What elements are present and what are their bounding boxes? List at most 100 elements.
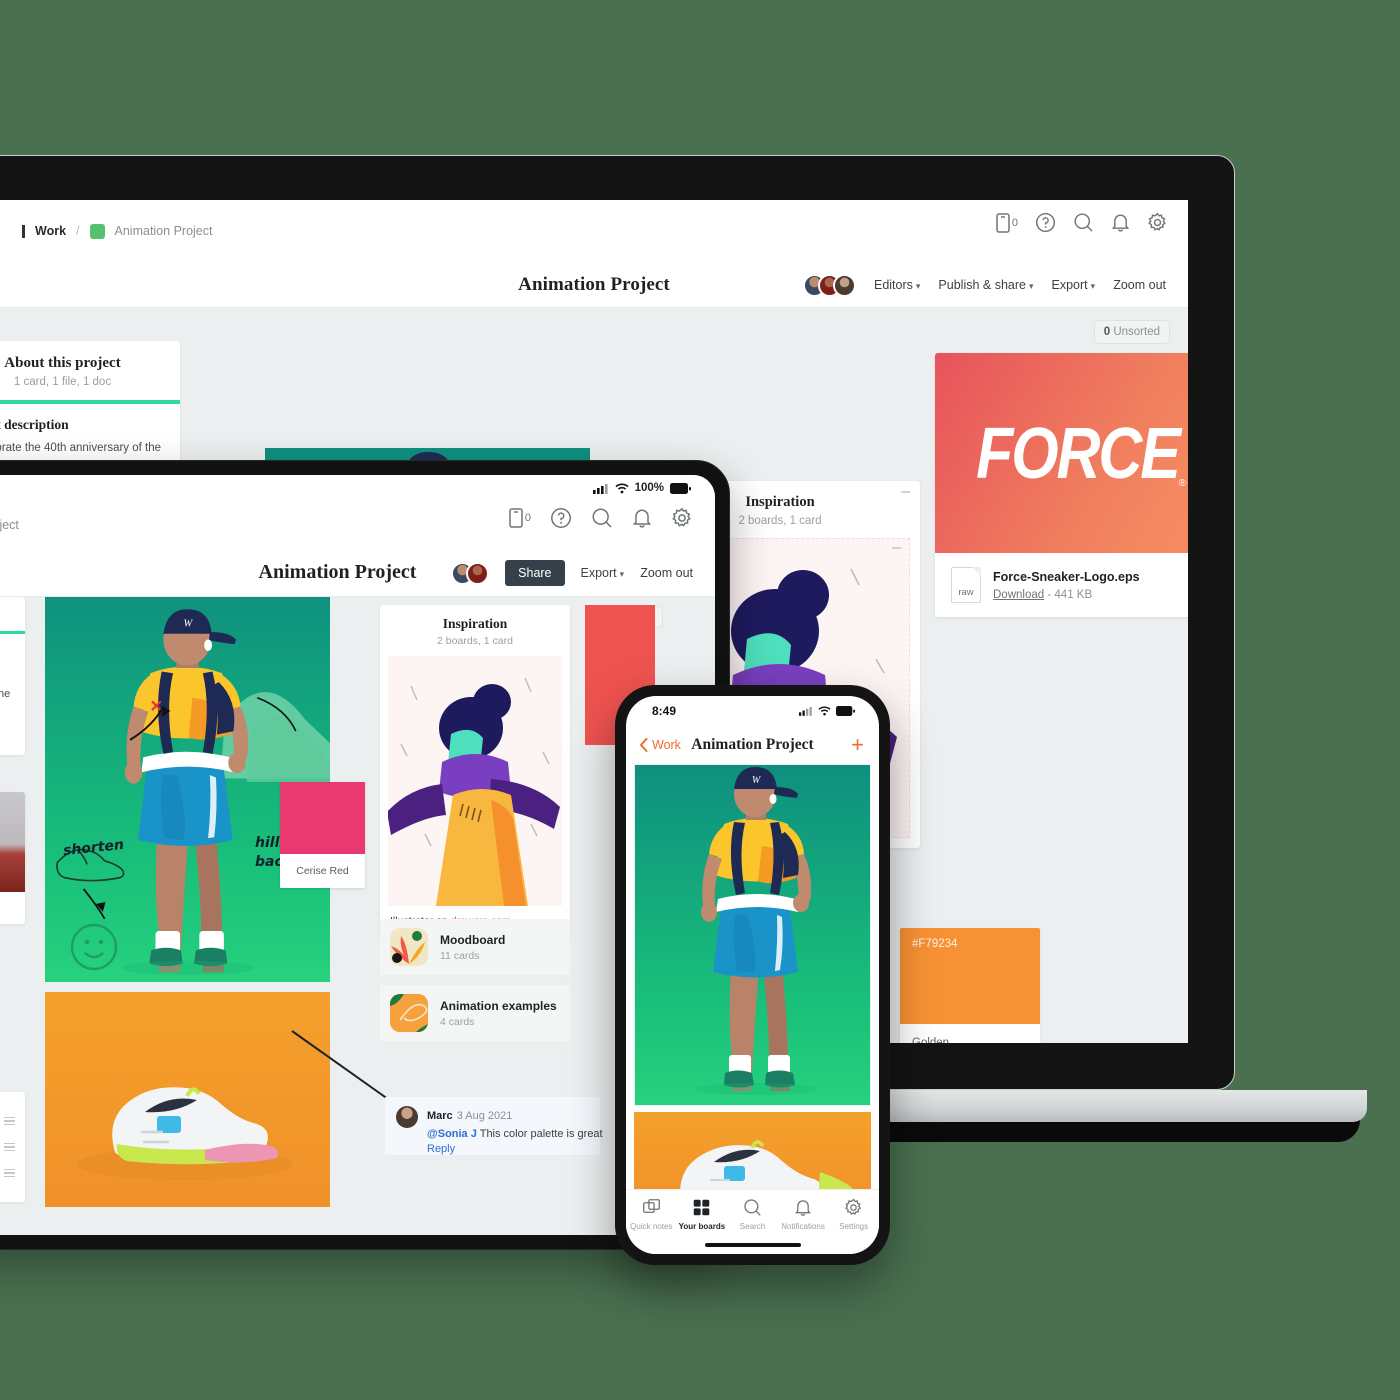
list-item[interactable]: ...t	[0, 1160, 15, 1186]
search-icon[interactable]	[1073, 212, 1094, 233]
color-swatch-card[interactable]: #F79234 Golden	[900, 928, 1040, 1043]
collapse-icon[interactable]	[892, 547, 901, 549]
file-name: Force-Sneaker-Logo.eps	[993, 569, 1140, 584]
tablet-action-bar: Share Export ▾ Zoom out	[451, 549, 693, 597]
tablet-screen: 100% Project 0 Animation Project	[0, 475, 715, 1235]
zoom-out-button[interactable]: Zoom out	[640, 566, 693, 580]
tab-notifications[interactable]: Notifications	[778, 1198, 829, 1231]
chevron-down-icon: ▾	[619, 569, 625, 579]
tab-label: Settings	[839, 1222, 869, 1231]
editors-menu[interactable]: Editors ▾	[874, 278, 920, 292]
tab-your-boards[interactable]: Your boards	[677, 1198, 728, 1231]
back-button[interactable]: Work	[639, 738, 681, 752]
inspiration-board-card[interactable]: Inspiration 2 boards, 1 card	[380, 605, 570, 937]
tab-label: Your boards	[678, 1222, 726, 1231]
help-icon[interactable]	[550, 507, 572, 529]
phone-status-bar: 8:49	[626, 696, 879, 726]
cerise-red-swatch-card[interactable]: Cerise Red	[280, 782, 365, 888]
comment-card[interactable]: Marc 3 Aug 2021 @Sonia J This color palet…	[385, 1097, 603, 1155]
collapse-icon[interactable]	[901, 491, 910, 493]
folder-name: Moodboard	[440, 932, 506, 947]
tab-settings[interactable]: Settings	[828, 1198, 879, 1231]
phone-board-content: W	[626, 764, 879, 1208]
about-card-subtitle: 1 card, 1 file, 1 doc	[13, 376, 112, 388]
hero-illustration-card[interactable]: W	[634, 764, 871, 1106]
folder-count: 11 cards	[440, 949, 480, 962]
back-label: Work	[652, 738, 681, 752]
drag-handle-icon[interactable]	[4, 1142, 15, 1152]
help-icon[interactable]	[1035, 212, 1056, 233]
photo-card[interactable]: ...ov	[0, 792, 25, 924]
force-logo-file-card[interactable]: FORCE ® raw Force-Sneaker-Logo.eps Downl…	[935, 353, 1188, 617]
laptop-title-bar: Animation Project Editors ▾ Publish & sha…	[0, 262, 1188, 308]
menu-icon[interactable]	[22, 224, 25, 238]
sneaker-photo-card[interactable]	[45, 992, 330, 1207]
share-button[interactable]: Share	[505, 560, 565, 586]
publish-share-menu[interactable]: Publish & share ▾	[938, 278, 1033, 292]
tab-label: Search	[739, 1222, 766, 1231]
breadcrumb-work[interactable]: Work	[35, 224, 66, 238]
settings-icon[interactable]	[671, 507, 693, 529]
battery-icon	[836, 706, 855, 716]
tab-search[interactable]: Search	[727, 1198, 778, 1231]
sneakers-illustration	[77, 1087, 293, 1180]
project-color-dot	[89, 223, 105, 239]
editor-avatars[interactable]	[451, 561, 490, 585]
gear-icon	[845, 1198, 862, 1216]
export-menu[interactable]: Export ▾	[1052, 278, 1096, 292]
tab-quick-notes[interactable]: Quick notes	[626, 1198, 677, 1231]
tablet-toolbar-icons: 0	[509, 507, 693, 529]
registered-mark-icon: ®	[1178, 478, 1186, 489]
device-icon[interactable]: 0	[509, 508, 531, 528]
publish-share-label: Publish & share	[938, 278, 1026, 292]
list-item[interactable]: ...rs	[0, 1134, 15, 1160]
swatch-color-fill: #F79234	[900, 928, 1040, 1024]
notifications-icon[interactable]	[632, 507, 652, 529]
force-file-meta: raw Force-Sneaker-Logo.eps Download - 44…	[935, 553, 1188, 617]
smiley-annotation-icon	[70, 923, 118, 971]
project-description-heading: Project description	[0, 417, 69, 432]
breadcrumb-separator: /	[76, 224, 80, 238]
photo-caption: ...ov	[0, 892, 25, 924]
search-icon[interactable]	[591, 507, 613, 529]
phone-device: 8:49 Work Animation Project + W Quick no…	[615, 685, 890, 1265]
moodboard-thumbnail	[390, 928, 428, 966]
download-link[interactable]: Download	[993, 589, 1044, 601]
battery-icon	[670, 482, 691, 494]
force-logo-text: FORCE	[976, 412, 1181, 494]
notifications-icon[interactable]	[1111, 212, 1130, 233]
export-menu[interactable]: Export ▾	[581, 566, 625, 580]
tablet-breadcrumb[interactable]: Project	[0, 518, 19, 532]
cellular-signal-icon	[799, 707, 812, 716]
settings-icon[interactable]	[1147, 212, 1168, 233]
inspiration-card-header: Inspiration 2 boards, 1 card	[380, 605, 570, 656]
drag-handle-icon[interactable]	[4, 1168, 15, 1178]
cellular-signal-icon	[592, 483, 608, 494]
file-sub-row: Download - 441 KB	[993, 589, 1140, 601]
zoom-out-button[interactable]: Zoom out	[1113, 278, 1166, 292]
page-title: Animation Project	[518, 273, 670, 295]
chevron-down-icon: ▾	[915, 281, 921, 291]
battery-percent: 100%	[634, 482, 664, 494]
about-project-card-clipped[interactable]: ...rsary of the ...'d like to ...celebra…	[0, 597, 25, 756]
editor-avatars[interactable]	[802, 273, 856, 297]
comment-mention[interactable]: @Sonia J	[427, 1128, 477, 1140]
chevron-left-icon	[639, 738, 648, 752]
comment-author: Marc	[427, 1110, 453, 1122]
backpacker-illustration: W	[696, 767, 816, 1095]
drag-handle-icon[interactable]	[4, 1116, 15, 1126]
reply-link[interactable]: Reply	[427, 1143, 603, 1155]
tab-label: Quick notes	[630, 1222, 673, 1231]
avatar	[396, 1106, 418, 1128]
list-item[interactable]	[0, 1108, 15, 1134]
home-indicator	[704, 1243, 801, 1247]
add-button[interactable]: +	[851, 734, 864, 756]
status-time: 8:49	[652, 704, 677, 718]
laptop-toolbar-icons: 0	[996, 212, 1168, 233]
unsorted-badge[interactable]: 0 Unsorted	[1093, 320, 1170, 344]
folder-moodboard[interactable]: Moodboard 11 cards	[380, 919, 570, 975]
breadcrumb-project[interactable]: Animation Project	[115, 224, 213, 238]
comment-date: 3 Aug 2021	[456, 1110, 513, 1122]
list-card[interactable]: ...rs ...t	[0, 1092, 25, 1202]
device-icon[interactable]: 0	[996, 212, 1018, 233]
